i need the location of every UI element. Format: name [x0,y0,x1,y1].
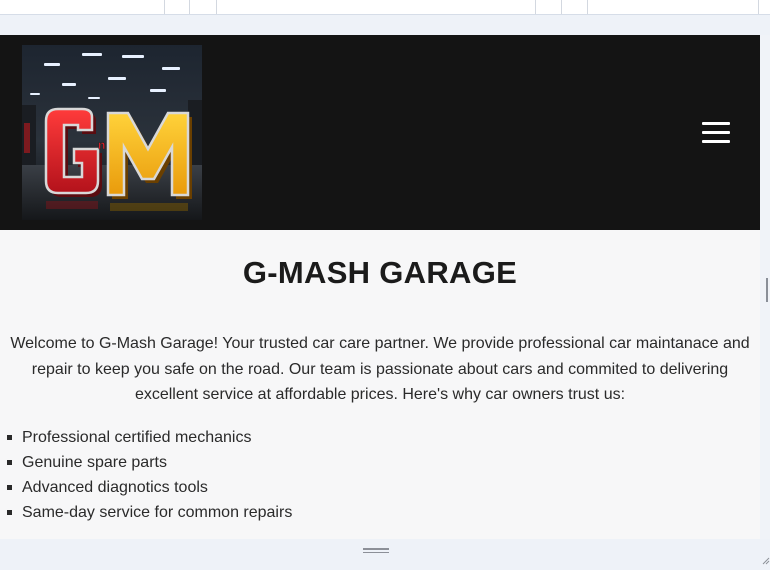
feature-label: Genuine spare parts [22,453,167,471]
list-item: Same-day service for common repairs [6,500,754,525]
top-gap [0,15,770,35]
hamburger-menu-icon[interactable] [702,122,730,144]
toolbar-divider [758,0,759,14]
menu-line [702,122,730,125]
resize-drag-handle-icon[interactable] [363,548,389,555]
list-item: Professional certified mechanics [6,425,754,450]
handle-line [363,551,389,553]
gm-logo[interactable]: n [22,45,202,220]
toolbar-divider [561,0,562,14]
resize-corner-icon[interactable] [762,552,770,565]
feature-list: Professional certified mechanics Genuine… [6,425,754,526]
feature-label: Same-day service for common repairs [22,504,293,522]
bullet-icon [7,485,12,491]
toolbar-divider [535,0,536,14]
main-content: G-MASH GARAGE Welcome to G-Mash Garage! … [0,255,760,526]
bullet-icon [7,434,12,440]
menu-line [702,131,730,134]
feature-label: Advanced diagnotics tools [22,479,208,497]
toolbar-divider [189,0,190,14]
svg-text:n: n [98,138,105,152]
vertical-scrollbar[interactable] [760,35,770,539]
toolbar-divider [164,0,165,14]
site-header: n [0,35,760,230]
handle-line [363,548,389,550]
toolbar-divider [216,0,217,14]
list-item: Genuine spare parts [6,450,754,475]
bullet-icon [7,510,12,516]
bullet-icon [7,459,12,465]
preview-viewport: n G-MASH GARAGE Welcome to G-Mash Garage… [0,35,760,539]
list-item: Advanced diagnotics tools [6,475,754,500]
top-toolbar-strip [0,0,770,15]
toolbar-divider [587,0,588,14]
scrollbar-thumb[interactable] [766,278,768,302]
page-title: G-MASH GARAGE [242,255,518,290]
intro-paragraph: Welcome to G-Mash Garage! Your trusted c… [10,335,750,403]
feature-label: Professional certified mechanics [22,428,252,446]
menu-line [702,140,730,143]
